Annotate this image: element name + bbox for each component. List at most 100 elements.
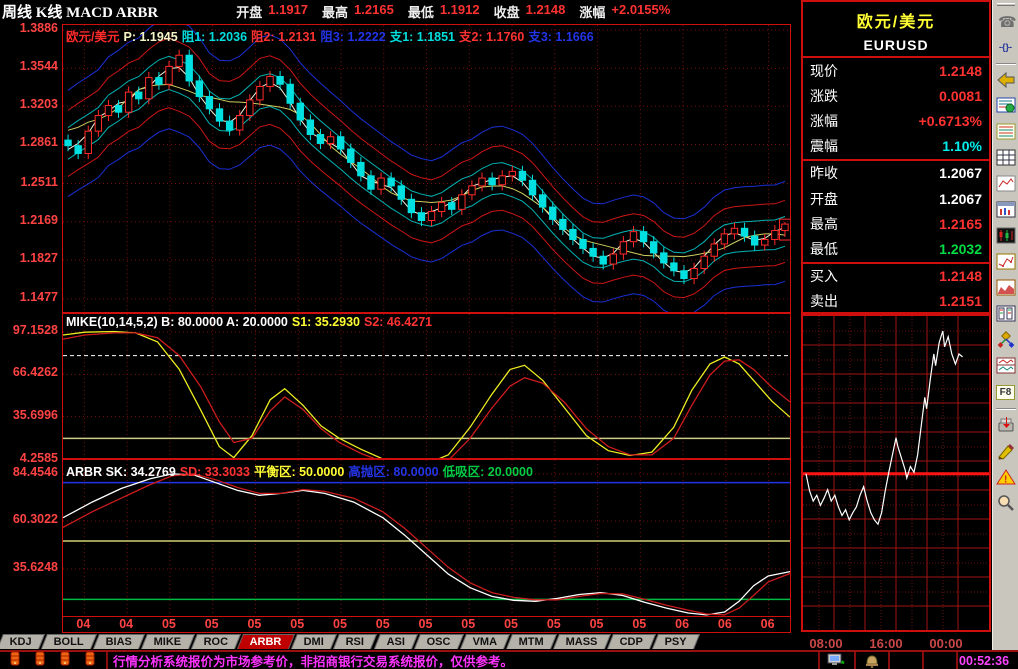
diamond-arrows-icon[interactable] bbox=[995, 329, 1017, 351]
quote-row-涨跌: 涨跌0.0081 bbox=[803, 83, 989, 108]
f8-icon[interactable]: F8 bbox=[995, 381, 1017, 403]
ledger-icon[interactable] bbox=[995, 303, 1017, 325]
quote-value: 1.2067 bbox=[939, 191, 982, 207]
quote-title: 欧元/美元 EURUSD bbox=[803, 2, 989, 58]
stat-value: 1.2148 bbox=[526, 2, 566, 21]
quote-row-开盘: 开盘1.2067 bbox=[803, 186, 989, 211]
warning-icon[interactable]: ! bbox=[995, 466, 1017, 488]
back-arrow-icon[interactable] bbox=[995, 69, 1017, 91]
tab-mike[interactable]: MIKE bbox=[141, 634, 195, 649]
tab-label: ROC bbox=[204, 636, 228, 649]
header-segment: S1: 35.2930 bbox=[292, 315, 360, 329]
tab-asi[interactable]: ASI bbox=[373, 634, 417, 649]
empty-cell-1 bbox=[888, 652, 922, 669]
y-tick-label: 1.3203 bbox=[0, 97, 58, 111]
arbr-indicator-panel[interactable]: ARBR SK: 34.2769SD: 33.3033平衡区: 50.0000高… bbox=[62, 459, 791, 617]
tab-label: PSY bbox=[665, 636, 687, 649]
stat-label: 涨幅 bbox=[579, 2, 605, 21]
mike-plot bbox=[63, 314, 790, 458]
svg-text:!: ! bbox=[1004, 475, 1007, 486]
toolbar-separator bbox=[996, 408, 1016, 410]
y-tick-label: 35.6996 bbox=[0, 408, 58, 422]
tab-label: BOLL bbox=[54, 636, 84, 649]
clock-cell: 00:52:36 bbox=[956, 652, 1018, 669]
daily-stats: 开盘1.1917最高1.2165最低1.1912收盘1.2148涨幅+2.015… bbox=[236, 2, 670, 21]
tab-vma[interactable]: VMA bbox=[460, 634, 511, 649]
header-segment: 阻1: 1.2036 bbox=[182, 30, 247, 44]
y-tick-label: 1.3886 bbox=[0, 21, 58, 35]
status-icon[interactable] bbox=[56, 651, 75, 669]
tab-kdj[interactable]: KDJ bbox=[0, 634, 45, 649]
disclaimer-text: 行情分析系统报价为市场参考价，非招商银行交易系统报价，仅供参考。 bbox=[113, 651, 513, 669]
y-tick-label: 60.3022 bbox=[0, 512, 58, 526]
tab-psy[interactable]: PSY bbox=[652, 634, 700, 649]
stat-label: 最低 bbox=[408, 2, 434, 21]
status-icon[interactable] bbox=[81, 651, 100, 669]
tab-label: MIKE bbox=[154, 636, 182, 649]
header-segment: 欧元/美元 bbox=[66, 30, 119, 44]
tab-boll[interactable]: BOLL bbox=[41, 634, 97, 649]
tab-label: ASI bbox=[386, 636, 404, 649]
header-segment: 阻3: 1.2222 bbox=[320, 30, 385, 44]
status-icon[interactable] bbox=[6, 651, 25, 669]
tab-label: CDP bbox=[620, 636, 643, 649]
tab-mtm[interactable]: MTM bbox=[506, 634, 557, 649]
tab-bias[interactable]: BIAS bbox=[93, 634, 145, 649]
tab-roc[interactable]: ROC bbox=[191, 634, 242, 649]
quote-row-震幅: 震幅1.10% bbox=[803, 134, 989, 159]
tab-mass[interactable]: MASS bbox=[553, 634, 611, 649]
save-icon[interactable] bbox=[995, 414, 1017, 436]
stat-value: 1.2165 bbox=[354, 2, 394, 21]
quote-value: 1.2148 bbox=[939, 268, 982, 284]
tab-rsi[interactable]: RSI bbox=[333, 634, 377, 649]
area-chart-icon[interactable] bbox=[995, 277, 1017, 299]
header-segment: P: 1.1945 bbox=[123, 30, 177, 44]
window-chart-icon[interactable] bbox=[995, 199, 1017, 221]
header-segment: MIKE(10,14,5,2) B: 80.0000 A: 20.0000 bbox=[66, 315, 288, 329]
data-table-icon[interactable] bbox=[995, 147, 1017, 169]
zoom-icon[interactable] bbox=[995, 492, 1017, 514]
header-segment: 阻2: 1.2131 bbox=[251, 30, 316, 44]
toolbar-separator bbox=[996, 63, 1016, 65]
candlestick-icon[interactable] bbox=[995, 225, 1017, 247]
quote-row-买入: 买入 1.2148 bbox=[803, 264, 989, 289]
tab-cdp[interactable]: CDP bbox=[607, 634, 656, 649]
stat-label: 收盘 bbox=[494, 2, 520, 21]
status-icons bbox=[0, 652, 106, 669]
price-list-icon[interactable] bbox=[995, 121, 1017, 143]
mike-indicator-panel[interactable]: MIKE(10,14,5,2) B: 80.0000 A: 20.0000 S1:… bbox=[62, 313, 791, 459]
quote-value: 1.10% bbox=[942, 138, 982, 154]
stat-value: +2.0155% bbox=[611, 2, 670, 21]
quote-label: 买入 bbox=[810, 266, 838, 286]
status-icon[interactable] bbox=[31, 651, 50, 669]
app-window: 周线 K线 MACD ARBR 开盘1.1917最高1.2165最低1.1912… bbox=[0, 0, 1018, 669]
quote-row-涨幅: 涨幅+0.6713% bbox=[803, 108, 989, 133]
arbr-plot bbox=[63, 460, 790, 616]
toolbar-grip[interactable] bbox=[997, 3, 1015, 6]
line-chart-icon[interactable] bbox=[995, 173, 1017, 195]
tab-osc[interactable]: OSC bbox=[414, 634, 464, 649]
quote-label: 现价 bbox=[810, 61, 838, 81]
svg-text:*: * bbox=[841, 659, 845, 668]
brackets-icon[interactable]: -{}- bbox=[995, 36, 1017, 58]
symbol-code: EURUSD bbox=[803, 32, 989, 53]
intraday-minute-chart[interactable] bbox=[801, 314, 991, 632]
multi-chart-icon[interactable] bbox=[995, 355, 1017, 377]
main-candlestick-chart[interactable]: 欧元/美元 P: 1.1945 阻1: 1.2036 阻2: 1.2131 阻3: 1.… bbox=[62, 24, 791, 313]
quote-board-icon[interactable] bbox=[995, 95, 1017, 117]
quote-value: 1.2067 bbox=[939, 165, 982, 181]
quote-value: 1.2032 bbox=[939, 241, 982, 257]
y-tick-label: 4.2585 bbox=[0, 451, 58, 465]
dial-icon[interactable]: ☎ bbox=[995, 10, 1017, 32]
quote-row-最高: 最高1.2165 bbox=[803, 211, 989, 236]
pencil-icon[interactable] bbox=[995, 440, 1017, 462]
alert-cell bbox=[854, 652, 888, 669]
quote-row-昨收: 昨收1.2067 bbox=[803, 161, 989, 186]
symbol-name-cn: 欧元/美元 bbox=[803, 2, 989, 32]
header-segment: SD: 33.3033 bbox=[180, 465, 250, 479]
trend-chart-icon[interactable] bbox=[995, 251, 1017, 273]
y-tick-label: 1.3544 bbox=[0, 59, 58, 73]
tab-dmi[interactable]: DMI bbox=[291, 634, 337, 649]
quote-row-卖出: 卖出1.2151 bbox=[803, 289, 989, 314]
tab-arbr[interactable]: ARBR bbox=[237, 634, 295, 649]
